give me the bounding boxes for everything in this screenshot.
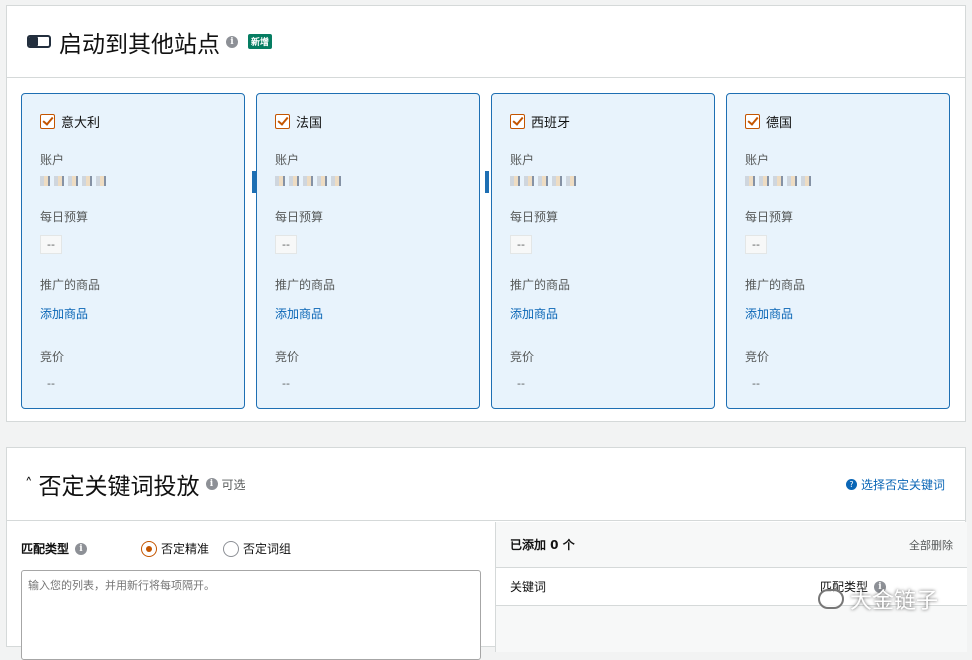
account-label: 账户 <box>510 153 535 167</box>
launch-panel: 启动到其他站点 i 新增 意大利 账户 每日预算 -- 推广的商品 添加商品 竞… <box>6 5 966 422</box>
added-count: 已添加 0 个 <box>510 538 575 552</box>
budget-label: 每日预算 <box>275 210 324 224</box>
budget-label: 每日预算 <box>745 210 794 224</box>
choose-negative-keywords-link[interactable]: ? 选择否定关键词 <box>845 476 945 493</box>
info-icon[interactable]: i <box>226 35 238 48</box>
add-product-link[interactable]: 添加商品 <box>275 305 479 322</box>
card-divider <box>252 171 256 193</box>
wechat-icon <box>818 589 844 609</box>
budget-label: 每日预算 <box>40 210 89 224</box>
bid-label: 竞价 <box>275 350 300 364</box>
bid-value[interactable]: -- <box>40 375 62 392</box>
site-card-germany[interactable]: 德国 账户 每日预算 -- 推广的商品 添加商品 竞价 -- <box>726 93 950 409</box>
account-label: 账户 <box>275 153 300 167</box>
site-card-italy[interactable]: 意大利 账户 每日预算 -- 推广的商品 添加商品 竞价 -- <box>21 93 245 409</box>
bid-value[interactable]: -- <box>745 375 767 392</box>
bid-label: 竞价 <box>40 350 65 364</box>
account-value-blurred <box>275 176 345 186</box>
watermark-text: 大金链子 <box>850 589 939 614</box>
col-keyword: 关键词 <box>510 580 547 594</box>
products-label: 推广的商品 <box>40 278 101 292</box>
site-checkbox[interactable] <box>275 114 290 129</box>
products-label: 推广的商品 <box>745 278 806 292</box>
account-value-blurred <box>745 176 815 186</box>
chevron-up-icon[interactable]: ˄ <box>25 475 33 493</box>
watermark: 大金链子 <box>818 583 938 615</box>
card-divider <box>485 171 489 193</box>
budget-value[interactable]: -- <box>40 235 62 254</box>
bid-value[interactable]: -- <box>275 375 297 392</box>
help-icon: ? <box>845 479 857 490</box>
toggle-icon[interactable] <box>27 35 51 48</box>
site-card-spain[interactable]: 西班牙 账户 每日预算 -- 推广的商品 添加商品 竞价 -- <box>491 93 715 409</box>
radio-phrase-label[interactable]: 否定词组 <box>243 540 291 557</box>
site-name: 法国 <box>296 116 323 131</box>
budget-value[interactable]: -- <box>275 235 297 254</box>
added-row: 已添加 0 个 全部删除 <box>496 522 967 568</box>
new-badge: 新增 <box>248 34 273 49</box>
delete-all-button[interactable]: 全部删除 <box>909 537 953 553</box>
add-product-link[interactable]: 添加商品 <box>40 305 244 322</box>
add-product-link[interactable]: 添加商品 <box>745 305 949 322</box>
site-name: 意大利 <box>61 116 101 131</box>
site-checkbox[interactable] <box>745 114 760 129</box>
site-checkbox[interactable] <box>40 114 55 129</box>
negative-header: ˄ 否定关键词投放 i 可选 ? 选择否定关键词 <box>7 448 965 521</box>
negative-keywords-panel: ˄ 否定关键词投放 i 可选 ? 选择否定关键词 匹配类型 i 否定精准 否定词… <box>6 447 967 660</box>
site-name: 西班牙 <box>531 116 571 131</box>
optional-label: 可选 <box>221 477 246 492</box>
keyword-input-section: 匹配类型 i 否定精准 否定词组 <box>7 522 495 660</box>
account-label: 账户 <box>745 153 770 167</box>
radio-phrase[interactable] <box>223 540 240 557</box>
bid-value[interactable]: -- <box>510 375 532 392</box>
budget-label: 每日预算 <box>510 210 559 224</box>
bid-label: 竞价 <box>510 350 535 364</box>
negative-title: 否定关键词投放 <box>38 474 200 500</box>
products-label: 推广的商品 <box>275 278 336 292</box>
budget-value[interactable]: -- <box>510 235 532 254</box>
account-label: 账户 <box>40 153 65 167</box>
launch-title: 启动到其他站点 <box>59 31 220 58</box>
site-name: 德国 <box>766 116 793 131</box>
radio-exact-label[interactable]: 否定精准 <box>161 540 209 557</box>
launch-header: 启动到其他站点 i 新增 <box>7 6 965 78</box>
keyword-list-input[interactable] <box>21 570 481 660</box>
info-icon[interactable]: i <box>205 478 218 490</box>
info-icon[interactable]: i <box>75 542 88 555</box>
budget-value[interactable]: -- <box>745 235 767 254</box>
site-checkbox[interactable] <box>510 114 525 129</box>
bid-label: 竞价 <box>745 350 770 364</box>
radio-exact[interactable] <box>141 540 158 557</box>
site-cards: 意大利 账户 每日预算 -- 推广的商品 添加商品 竞价 -- 法国 账户 每日… <box>21 93 951 410</box>
account-value-blurred <box>510 176 580 186</box>
match-type-row: 匹配类型 i 否定精准 否定词组 <box>21 540 495 557</box>
products-label: 推广的商品 <box>510 278 571 292</box>
help-link-label: 选择否定关键词 <box>860 478 945 492</box>
account-value-blurred <box>40 176 110 186</box>
match-type-label: 匹配类型 <box>21 542 70 556</box>
site-card-france[interactable]: 法国 账户 每日预算 -- 推广的商品 添加商品 竞价 -- <box>256 93 480 409</box>
add-product-link[interactable]: 添加商品 <box>510 305 714 322</box>
